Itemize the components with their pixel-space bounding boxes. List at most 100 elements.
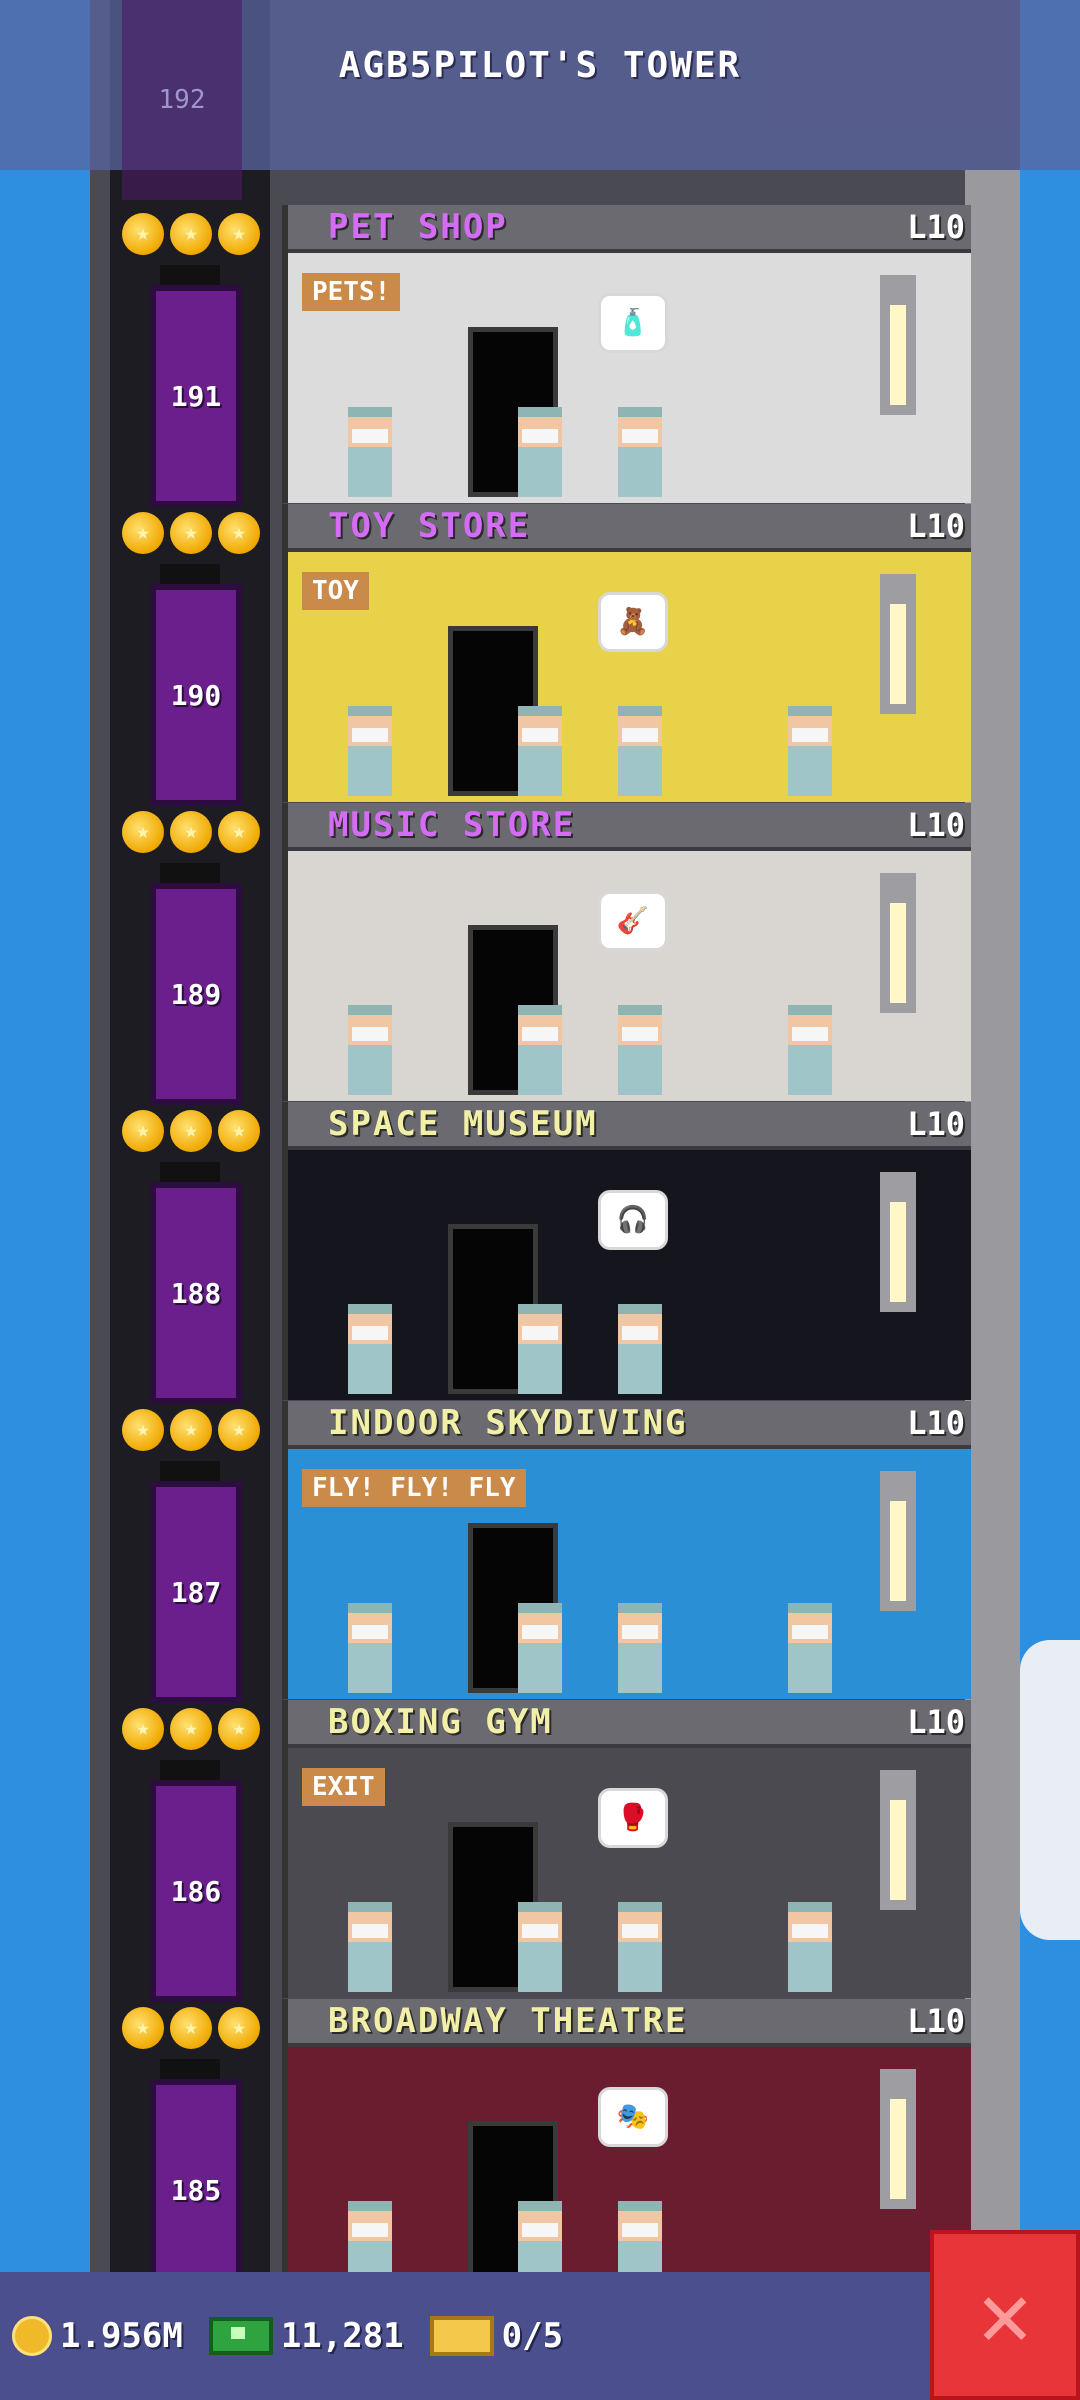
bitizen[interactable]: [788, 1005, 832, 1095]
room[interactable]: SPACE MUSEUM L10 🎧: [282, 1102, 971, 1400]
floor-stars: ★ ★ ★: [122, 811, 260, 853]
star-icon: ★: [170, 2007, 212, 2049]
elevator-door[interactable]: 186: [150, 1780, 242, 2002]
room-sign: FLY! FLY! FLY: [302, 1469, 526, 1507]
bitizen[interactable]: [518, 706, 562, 796]
bitizen[interactable]: [788, 1603, 832, 1693]
star-icon: ★: [170, 512, 212, 554]
floor-stars: ★ ★ ★: [122, 213, 260, 255]
room-name: SPACE MUSEUM: [328, 1104, 598, 1144]
bitizen[interactable]: [348, 407, 392, 497]
room-name: TOY STORE: [328, 506, 531, 546]
room-interior: 🎸: [288, 851, 971, 1101]
room[interactable]: BROADWAY THEATRE L10 🎭: [282, 1999, 971, 2297]
room[interactable]: PET SHOP L10 PETS! 🧴: [282, 205, 971, 503]
room-header: BROADWAY THEATRE L10: [288, 1999, 971, 2047]
room[interactable]: INDOOR SKYDIVING L10 FLY! FLY! FLY: [282, 1401, 971, 1699]
tower-light: [880, 275, 916, 415]
floor-row[interactable]: ★ ★ ★ 186 BOXING GYM L10 EXIT 🥊: [110, 1700, 971, 2002]
star-icon: ★: [170, 1110, 212, 1152]
light-glow: [890, 1800, 906, 1900]
elevator-cap: [160, 265, 220, 285]
request-bubble-icon[interactable]: 🧴: [598, 293, 668, 353]
bitizen[interactable]: [518, 1304, 562, 1394]
request-bubble-icon[interactable]: 🎭: [598, 2087, 668, 2147]
room-sign: TOY: [302, 572, 369, 610]
bitizen[interactable]: [348, 1603, 392, 1693]
floor-stars: ★ ★ ★: [122, 1708, 260, 1750]
room-interior: PETS! 🧴: [288, 253, 971, 503]
bitizen[interactable]: [618, 1304, 662, 1394]
floor-row[interactable]: ★ ★ ★ 189 MUSIC STORE L10 🎸: [110, 803, 971, 1105]
elevator-cap: [160, 1461, 220, 1481]
floor-number: 191: [170, 379, 222, 413]
request-bubble-icon[interactable]: 🧸: [598, 592, 668, 652]
tower-light: [880, 1172, 916, 1312]
floor-row[interactable]: ★ ★ ★ 191 PET SHOP L10 PETS! 🧴: [110, 205, 971, 507]
bitizen[interactable]: [618, 706, 662, 796]
bitizen[interactable]: [788, 706, 832, 796]
room-interior: EXIT 🥊: [288, 1748, 971, 1998]
room[interactable]: TOY STORE L10 TOY 🧸: [282, 504, 971, 802]
bitizen[interactable]: [518, 1603, 562, 1693]
star-icon: ★: [170, 213, 212, 255]
floor-stars: ★ ★ ★: [122, 512, 260, 554]
request-bubble-icon[interactable]: 🎸: [598, 891, 668, 951]
light-glow: [890, 1202, 906, 1302]
coins-value: 1.956M: [60, 2316, 183, 2356]
room-level: L10: [907, 806, 965, 844]
bitizen[interactable]: [518, 1902, 562, 1992]
elevator-door[interactable]: 187: [150, 1481, 242, 1703]
star-icon: ★: [218, 1708, 260, 1750]
tower-title: AGB5PILOT'S TOWER: [338, 44, 742, 86]
floor-number: 186: [170, 1874, 222, 1908]
elevator-door[interactable]: 189: [150, 883, 242, 1105]
room-header: BOXING GYM L10: [288, 1700, 971, 1748]
bitizen[interactable]: [348, 706, 392, 796]
room-sign: PETS!: [302, 273, 401, 311]
ticket-icon: [429, 2316, 494, 2356]
room[interactable]: BOXING GYM L10 EXIT 🥊: [282, 1700, 971, 1998]
light-glow: [890, 1501, 906, 1601]
bitizen[interactable]: [348, 1304, 392, 1394]
floor-stars: ★ ★ ★: [122, 2007, 260, 2049]
elevator-door[interactable]: 190: [150, 584, 242, 806]
room-name: PET SHOP: [328, 207, 508, 247]
room-interior: FLY! FLY! FLY: [288, 1449, 971, 1699]
request-bubble-icon[interactable]: 🥊: [598, 1788, 668, 1848]
room-sign: EXIT: [302, 1768, 385, 1806]
bitizen[interactable]: [788, 1902, 832, 1992]
bitizen[interactable]: [518, 1005, 562, 1095]
room-interior: 🎧: [288, 1150, 971, 1400]
elevator-door[interactable]: 185: [150, 2079, 242, 2301]
light-glow: [890, 903, 906, 1003]
bitizen[interactable]: [348, 1005, 392, 1095]
bitizen[interactable]: [618, 1005, 662, 1095]
bitizen[interactable]: [518, 407, 562, 497]
tower-light: [880, 1471, 916, 1611]
star-icon: ★: [170, 811, 212, 853]
floor-row[interactable]: ★ ★ ★ 190 TOY STORE L10 TOY 🧸: [110, 504, 971, 806]
tower-light: [880, 1770, 916, 1910]
bitizen[interactable]: [618, 1902, 662, 1992]
bitizen[interactable]: [618, 1603, 662, 1693]
floor-row[interactable]: ★ ★ ★ 188 SPACE MUSEUM L10 🎧: [110, 1102, 971, 1404]
bux-icon: [208, 2317, 273, 2355]
request-bubble-icon[interactable]: 🎧: [598, 1190, 668, 1250]
floor-row[interactable]: ★ ★ ★ 187 INDOOR SKYDIVING L10 FLY! FLY! FLY: [110, 1401, 971, 1703]
light-glow: [890, 604, 906, 704]
floor-row[interactable]: ★ ★ ★ 185 BROADWAY THEATRE L10 🎭: [110, 1999, 971, 2301]
room-level: L10: [907, 1703, 965, 1741]
room[interactable]: MUSIC STORE L10 🎸: [282, 803, 971, 1101]
close-icon: ✕: [977, 2262, 1033, 2367]
bitizen[interactable]: [348, 1902, 392, 1992]
star-icon: ★: [218, 1110, 260, 1152]
tower-title-banner: 192 AGB5PILOT'S TOWER: [0, 0, 1080, 200]
elevator-cap: [160, 564, 220, 584]
close-button[interactable]: ✕: [930, 2230, 1080, 2400]
room-name: MUSIC STORE: [328, 805, 576, 845]
bitizen[interactable]: [618, 407, 662, 497]
elevator-door[interactable]: 191: [150, 285, 242, 507]
tower-light: [880, 873, 916, 1013]
elevator-door[interactable]: 188: [150, 1182, 242, 1404]
